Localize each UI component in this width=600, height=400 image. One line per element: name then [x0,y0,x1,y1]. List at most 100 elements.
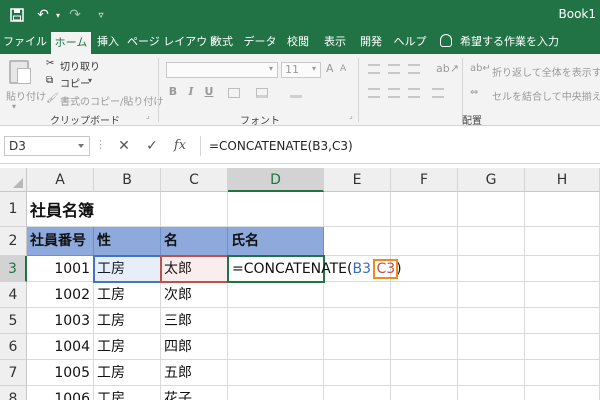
first-name-cell[interactable]: 花子 [161,386,228,400]
header-cell-full-name[interactable]: 氏名 [228,227,324,256]
paste-dropdown-icon[interactable]: ▾ [12,102,16,111]
cell[interactable] [458,192,525,227]
align-right-icon[interactable] [408,88,420,98]
header-cell-employee-id[interactable]: 社員番号 [27,227,94,256]
formula-input[interactable]: =CONCATENATE(B3,C3) [200,136,600,156]
font-name-dropdown-icon[interactable]: ▾ [269,64,273,73]
cell[interactable] [525,192,600,227]
undo-icon[interactable]: ↶ [34,5,52,25]
employee-id-cell[interactable]: 1002 [27,282,94,308]
format-painter-button[interactable]: 書式のコピー/貼り付け [60,93,163,108]
undo-dropdown-icon[interactable]: ▾ [53,5,63,25]
name-box-dropdown-icon[interactable] [78,144,84,148]
borders-icon[interactable] [228,88,240,98]
cell[interactable] [525,256,600,282]
in-cell-formula[interactable]: =CONCATENATE(B3 C3) [232,259,402,279]
cell[interactable] [391,282,458,308]
tab-review[interactable]: 校閲 [282,30,314,54]
employee-id-cell[interactable]: 1004 [27,334,94,360]
header-cell-first-name[interactable]: 名 [161,227,228,256]
row-header-5[interactable]: 5 [0,308,27,334]
tab-file[interactable]: ファイル [2,30,48,54]
tab-view[interactable]: 表示 [320,30,350,54]
paste-icon[interactable] [9,60,31,84]
cut-button[interactable]: 切り取り [60,58,100,73]
tab-formulas[interactable]: 数式 [207,30,237,54]
cell[interactable] [525,334,600,360]
row-header-3[interactable]: 3 [0,256,27,282]
column-header-h[interactable]: H [525,168,600,192]
fill-color-icon[interactable] [256,88,268,98]
cell[interactable] [324,227,391,256]
sheet-title-cell[interactable]: 社員名簿 [27,192,94,227]
cell[interactable] [525,308,600,334]
column-header-e[interactable]: E [324,168,391,192]
cell[interactable] [391,308,458,334]
row-header-7[interactable]: 7 [0,360,27,386]
formula-bar-grip-icon[interactable]: ⋮ [95,138,106,151]
cell[interactable] [525,360,600,386]
orientation-icon[interactable]: ab↗ [436,62,459,75]
cancel-icon[interactable]: ✕ [114,137,134,155]
align-left-icon[interactable] [368,88,380,98]
employee-id-cell[interactable]: 1003 [27,308,94,334]
enter-icon[interactable]: ✓ [142,137,162,155]
cell[interactable] [458,334,525,360]
last-name-cell[interactable]: 工房 [94,360,161,386]
cell[interactable] [458,360,525,386]
wrap-text-button[interactable]: 折り返して全体を表示する [492,64,600,79]
align-bottom-icon[interactable] [408,64,420,74]
row-header-4[interactable]: 4 [0,282,27,308]
tell-me-box[interactable]: 希望する作業を入力 [440,30,559,54]
cell[interactable] [324,192,391,227]
full-name-cell[interactable] [228,386,324,400]
full-name-cell[interactable] [228,282,324,308]
cell[interactable] [324,334,391,360]
last-name-cell[interactable]: 工房 [94,282,161,308]
column-header-d[interactable]: D [228,168,324,192]
cell[interactable] [391,360,458,386]
column-header-g[interactable]: G [458,168,525,192]
italic-button[interactable]: I [184,85,198,101]
tab-data[interactable]: データ [242,30,278,54]
align-top-icon[interactable] [368,64,380,74]
align-center-icon[interactable] [388,88,400,98]
underline-button[interactable]: U [202,85,216,101]
last-name-cell[interactable]: 工房 [94,386,161,400]
paste-button[interactable]: 貼り付け [6,88,46,103]
cell[interactable] [324,282,391,308]
cell[interactable] [525,227,600,256]
cell[interactable] [324,386,391,400]
header-cell-last-name[interactable]: 性 [94,227,161,256]
full-name-cell[interactable] [228,308,324,334]
bold-button[interactable]: B [166,85,180,101]
indent-icon[interactable] [432,88,444,98]
first-name-cell[interactable]: 三郎 [161,308,228,334]
column-header-c[interactable]: C [161,168,228,192]
font-launcher-icon[interactable]: ⌟ [349,111,353,120]
row-header-6[interactable]: 6 [0,334,27,360]
tab-page-layout[interactable]: ページ レイアウト [127,30,218,54]
cell[interactable] [161,192,228,227]
employee-id-cell[interactable]: 1006 [27,386,94,400]
cell[interactable] [525,282,600,308]
cell[interactable] [458,256,525,282]
font-size-dropdown-icon[interactable]: ▾ [312,64,316,73]
first-name-cell[interactable]: 五郎 [161,360,228,386]
cell[interactable] [458,282,525,308]
save-icon[interactable] [8,5,26,25]
column-header-a[interactable]: A [27,168,94,192]
increase-font-icon[interactable]: A [326,62,334,75]
merge-center-button[interactable]: セルを結合して中央揃え [492,88,600,103]
tab-developer[interactable]: 開発 [356,30,386,54]
employee-id-cell[interactable]: 1001 [27,256,94,282]
copy-dropdown-icon[interactable]: ▾ [88,76,92,85]
cell[interactable] [391,334,458,360]
customize-quick-access-icon[interactable]: ▿ [94,5,108,25]
tab-insert[interactable]: 挿入 [93,30,123,54]
tab-help[interactable]: ヘルプ [392,30,428,54]
cell[interactable] [228,192,324,227]
cell[interactable] [458,308,525,334]
last-name-cell[interactable]: 工房 [94,308,161,334]
select-all-button[interactable] [0,168,27,192]
